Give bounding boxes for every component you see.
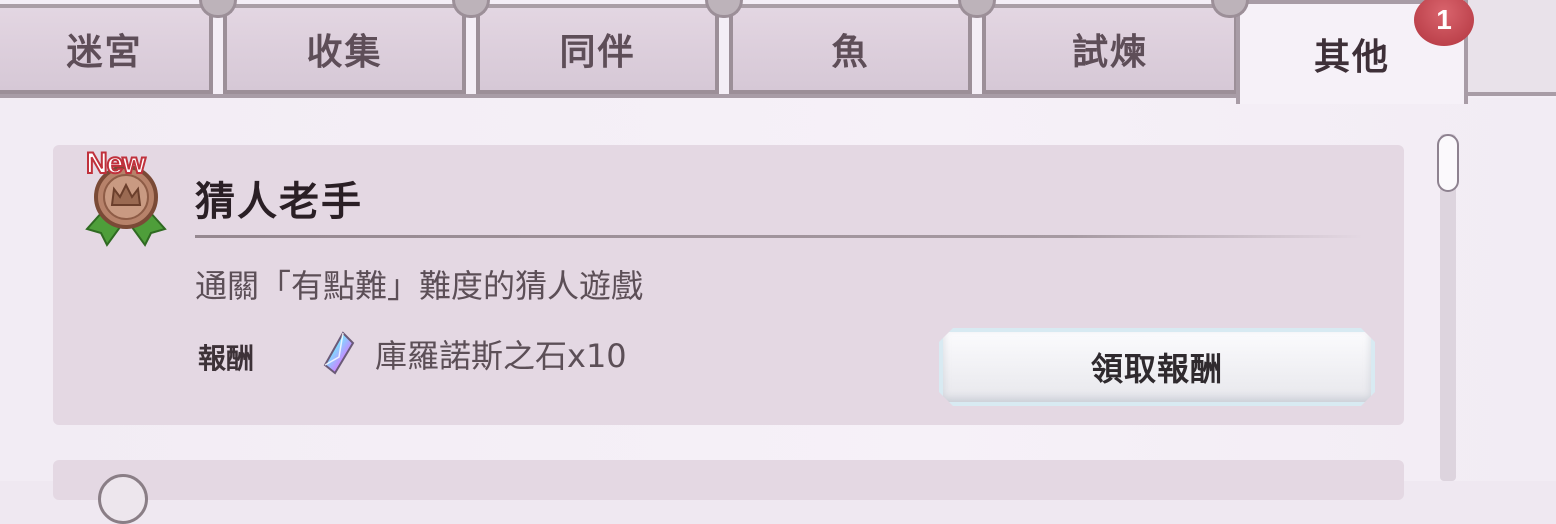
tab-label: 魚 [831, 31, 870, 73]
tab-collection[interactable]: 收集 [223, 4, 466, 94]
tab-baseline [0, 94, 1240, 98]
tab-companion[interactable]: 同伴 [476, 4, 719, 94]
tab-label: 迷宮 [66, 31, 143, 73]
claim-reward-button[interactable]: 領取報酬 [939, 328, 1375, 406]
tab-label: 其他 [1313, 36, 1390, 78]
tab-dungeon[interactable]: 迷宮 [0, 4, 213, 94]
reward-value: 庫羅諾斯之石x10 [375, 337, 627, 375]
tab-bar: 迷宮 收集 同伴 魚 試煉 其他 1 [0, 0, 1556, 104]
tab-trial[interactable]: 試煉 [982, 4, 1238, 94]
tab-label: 收集 [306, 31, 383, 73]
achievement-list: New 猜人老手 通關「有點難」難度的猜人遊戲 報酬 庫羅諾斯之石x10 領取報… [0, 98, 1556, 524]
achievement-card [53, 460, 1404, 524]
achievement-title: 猜人老手 [195, 178, 363, 225]
tab-label: 試煉 [1071, 31, 1148, 73]
tab-label: 同伴 [559, 31, 636, 73]
title-divider [195, 235, 1363, 238]
scrollbar-thumb[interactable] [1437, 134, 1459, 192]
achievement-card: New 猜人老手 通關「有點難」難度的猜人遊戲 報酬 庫羅諾斯之石x10 領取報… [53, 145, 1404, 425]
reward-label: 報酬 [198, 342, 255, 375]
tab-fish[interactable]: 魚 [729, 4, 972, 94]
achievement-description: 通關「有點難」難度的猜人遊戲 [195, 267, 644, 305]
chronos-stone-icon [323, 331, 355, 375]
new-label: New [85, 146, 147, 181]
tab-bar-end [1464, 0, 1556, 96]
medal-icon [98, 474, 148, 524]
